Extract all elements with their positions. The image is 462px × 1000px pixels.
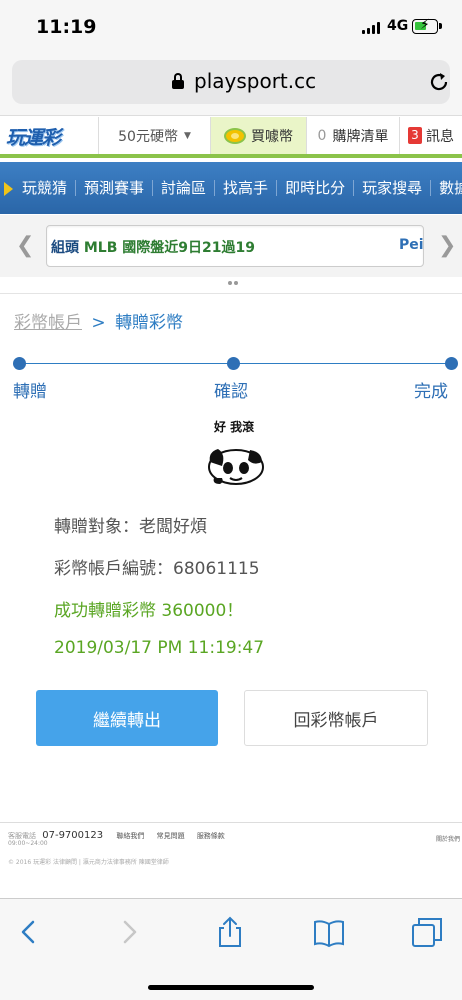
ticker-tail: Pei (399, 237, 424, 253)
status-time: 11:19 (36, 16, 97, 38)
footer-link-terms[interactable]: 服務條款 (197, 832, 225, 840)
continue-transfer-button[interactable]: 繼續轉出 (36, 690, 218, 746)
message-count-badge: 3 (408, 127, 422, 144)
account-number-line: 彩幣帳戶編號：68061115 (54, 559, 260, 579)
messages-label: 訊息 (426, 128, 454, 145)
status-bar: 11:19 4G ⚡ (0, 0, 462, 52)
buy-coin-button[interactable]: 買噱幣 (210, 117, 306, 154)
coin-dropdown[interactable]: 50元硬幣 ▼ (98, 117, 210, 154)
step-dot-3 (445, 357, 458, 370)
nav-arrow-icon (4, 182, 13, 196)
recipient-line: 轉贈對象：老闆好煩 (54, 517, 207, 537)
transfer-timestamp: 2019/03/17 PM 11:19:47 (54, 638, 265, 658)
meme-caption: 好 我滾 (214, 420, 255, 434)
back-icon[interactable] (12, 915, 46, 949)
footer-link-contact[interactable]: 聯絡我們 (116, 832, 144, 840)
nav-item-forum[interactable]: 討論區 (153, 180, 216, 196)
cart-button[interactable]: 0 購牌清單 (306, 117, 399, 154)
breadcrumb-parent-link[interactable]: 彩幣帳戶 (14, 313, 82, 333)
step-dot-1 (13, 357, 26, 370)
address-bar[interactable]: playsport.cc (12, 60, 450, 104)
browser-url-area: playsport.cc (0, 52, 462, 116)
cart-count: 0 (317, 127, 327, 144)
tabs-icon[interactable] (410, 915, 444, 949)
service-phone[interactable]: 07-9700123 (42, 830, 103, 841)
share-icon[interactable] (213, 915, 247, 949)
step-label-complete: 完成 (414, 382, 448, 402)
footer-copyright: © 2016 玩運彩 法律顧問 | 瀛元商力法律事務所 陳國堂律師 (8, 859, 169, 866)
step-dot-2 (227, 357, 240, 370)
buy-coin-label: 買噱幣 (251, 128, 293, 145)
nav-item-live-scores[interactable]: 即時比分 (277, 180, 355, 196)
coin-icon (224, 127, 246, 144)
ticker-box[interactable]: 組頭 MLB 國際盤近9日21過19 Pei (46, 225, 424, 267)
nav-item-predict-game[interactable]: 玩競猜 (14, 180, 77, 196)
ticker-area: ❮ 組頭 MLB 國際盤近9日21過19 Pei ❯ (0, 215, 462, 285)
cart-label: 購牌清單 (332, 128, 389, 145)
nav-item-experts[interactable]: 找高手 (215, 180, 278, 196)
nav-item-predictions[interactable]: 預測賽事 (76, 180, 154, 196)
charging-icon: ⚡ (420, 17, 430, 33)
ticker-text: MLB 國際盤近9日21過19 (79, 240, 255, 256)
breadcrumb-current: 轉贈彩幣 (115, 313, 184, 333)
reload-icon[interactable] (428, 71, 450, 93)
breadcrumb-separator: > (91, 313, 106, 333)
success-message: 成功轉贈彩幣 360000！ (54, 601, 244, 621)
divider (0, 293, 462, 294)
url-text: playsport.cc (194, 69, 317, 93)
footer-about-link[interactable]: 關於我們 (436, 834, 460, 843)
network-type: 4G (387, 18, 409, 34)
service-label: 客服電話 (8, 832, 36, 840)
home-indicator (148, 985, 314, 990)
nav-item-stats[interactable]: 數據 (431, 180, 462, 196)
site-logo[interactable]: 玩運彩 (6, 123, 76, 151)
coin-dropdown-label: 50元硬幣 (118, 128, 178, 145)
chevron-down-icon: ▼ (183, 130, 191, 141)
nav-item-player-search[interactable]: 玩家搜尋 (354, 180, 432, 196)
ticker-pagination-dots (228, 270, 242, 285)
breadcrumb: 彩幣帳戶 > 轉贈彩幣 (14, 308, 183, 333)
main-nav: 玩競猜 預測賽事 討論區 找高手 即時比分 玩家搜尋 數據 (0, 162, 462, 214)
back-to-account-button[interactable]: 回彩幣帳戶 (244, 690, 428, 746)
footer-divider (0, 822, 462, 823)
signal-icon (362, 22, 382, 34)
bookmarks-icon[interactable] (312, 915, 346, 949)
footer-link-faq[interactable]: 常見問題 (157, 832, 185, 840)
site-header: 玩運彩 50元硬幣 ▼ 買噱幣 0 購牌清單 3 訊息 (0, 117, 462, 158)
step-label-transfer: 轉贈 (13, 382, 47, 402)
lock-icon (172, 73, 184, 89)
service-hours: 09:00~24:00 (8, 840, 48, 847)
step-label-confirm: 確認 (214, 382, 248, 402)
messages-button[interactable]: 3 訊息 (399, 117, 462, 154)
ticker-next-icon[interactable]: ❯ (438, 233, 456, 258)
ticker-lead: 組頭 (51, 240, 79, 256)
forward-icon[interactable] (112, 915, 146, 949)
ticker-prev-icon[interactable]: ❮ (16, 233, 34, 258)
